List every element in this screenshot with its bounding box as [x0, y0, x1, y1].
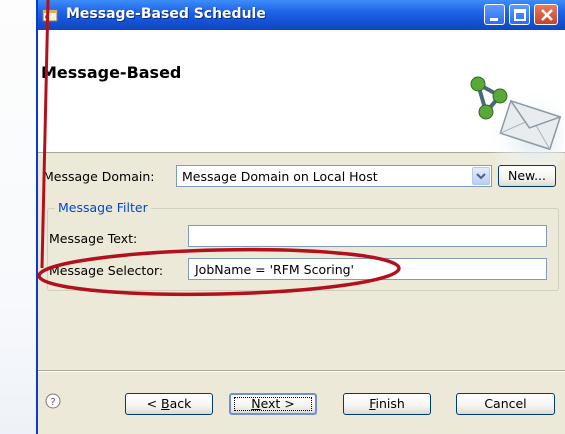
message-selector-input[interactable]: JobName = 'RFM Scoring' [188, 258, 547, 280]
wizard-header: Message-Based [38, 30, 565, 174]
message-domain-dropdown[interactable]: Message Domain on Local Host [176, 165, 492, 187]
close-button[interactable] [534, 4, 558, 25]
message-domain-label: Message Domain: [43, 169, 155, 184]
focus-ring [234, 397, 312, 411]
network-envelope-icon [470, 76, 564, 174]
title-bar[interactable]: Message-Based Schedule [38, 0, 565, 30]
finish-label-rest: inish [375, 396, 405, 411]
maximize-icon [514, 9, 526, 21]
message-domain-value: Message Domain on Local Host [182, 169, 378, 184]
back-button[interactable]: < Back [125, 393, 213, 415]
close-icon [541, 9, 553, 21]
wizard-window: Message-Based Schedule Message-Based Mes… [36, 0, 565, 434]
new-domain-button[interactable]: New... [498, 165, 556, 187]
minimize-button[interactable] [484, 4, 505, 25]
back-label-prefix: < [146, 396, 162, 411]
finish-button[interactable]: Finish [343, 393, 431, 415]
svg-text:?: ? [50, 397, 55, 408]
maximize-button[interactable] [509, 4, 530, 25]
message-filter-title: Message Filter [55, 200, 151, 215]
window-title: Message-Based Schedule [66, 6, 266, 22]
chevron-down-icon [476, 173, 486, 180]
minimize-icon [490, 18, 498, 21]
help-icon[interactable]: ? [45, 393, 61, 409]
back-label-rest: ack [169, 396, 192, 411]
desktop-background [0, 0, 36, 434]
message-selector-value: JobName = 'RFM Scoring' [195, 262, 354, 277]
app-window-icon [42, 9, 58, 22]
footer-separator [38, 370, 565, 372]
dropdown-arrow-button[interactable] [472, 167, 490, 185]
message-selector-label: Message Selector: [49, 263, 164, 278]
cancel-button[interactable]: Cancel [456, 393, 555, 415]
page-title: Message-Based [41, 63, 182, 82]
message-text-input[interactable] [188, 225, 547, 247]
message-text-label: Message Text: [49, 231, 138, 246]
back-mnemonic: B [161, 396, 170, 411]
next-button[interactable]: Next > [229, 393, 317, 415]
